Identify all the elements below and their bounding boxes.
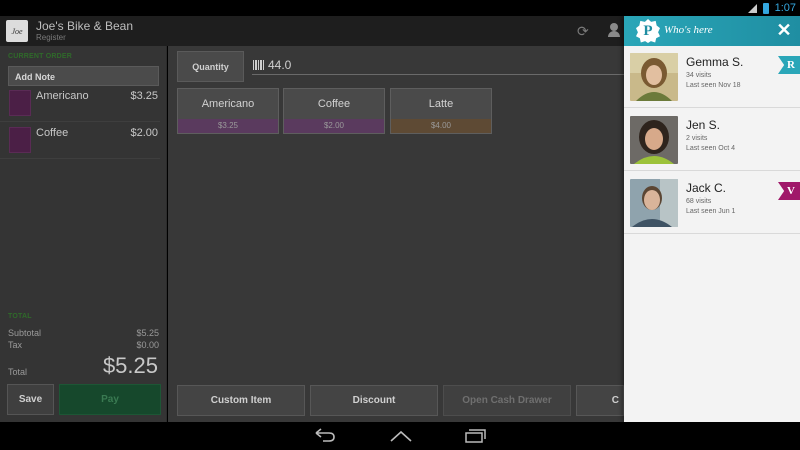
- tier-badge: V: [778, 182, 800, 200]
- order-item-name: Coffee: [36, 127, 69, 139]
- subtotal-row: Subtotal $5.25: [8, 328, 159, 338]
- tax-value: $0.00: [136, 340, 159, 350]
- product-name: Coffee: [317, 98, 351, 110]
- battery-icon: [762, 2, 769, 14]
- customer-visits: 68 visits: [686, 198, 712, 205]
- discount-button[interactable]: Discount: [310, 385, 438, 416]
- avatar: [630, 53, 678, 101]
- customer-row[interactable]: Jen S. 2 visits Last seen Oct 4: [624, 109, 800, 171]
- order-item-swatch: [9, 90, 31, 116]
- product-price: $2.00: [284, 119, 384, 133]
- user-icon[interactable]: [607, 23, 621, 37]
- drawer-title: Who's here: [664, 24, 713, 36]
- customer-visits: 34 visits: [686, 72, 712, 79]
- status-bar: 1:07: [0, 0, 800, 16]
- signal-icon: [747, 3, 757, 13]
- status-icons: 1:07: [747, 1, 796, 15]
- custom-item-button[interactable]: Custom Item: [177, 385, 305, 416]
- avatar: [630, 179, 678, 227]
- current-order-heading: CURRENT ORDER: [8, 53, 73, 60]
- tier-badge: R: [778, 56, 800, 74]
- add-note-button[interactable]: Add Note: [8, 66, 159, 86]
- close-icon[interactable]: ✕: [776, 21, 792, 39]
- home-icon[interactable]: [390, 430, 412, 442]
- drawer-header: P Who's here ✕: [624, 16, 800, 46]
- customer-last-seen: Last seen Nov 18: [686, 82, 741, 89]
- order-item-swatch: [9, 127, 31, 153]
- sync-icon[interactable]: ⟳: [577, 24, 589, 38]
- order-item[interactable]: Coffee $2.00: [0, 123, 160, 159]
- total-value: $5.25: [102, 353, 158, 378]
- recent-apps-icon[interactable]: [464, 429, 486, 443]
- app-subtitle: Register: [36, 33, 66, 42]
- save-button[interactable]: Save: [7, 384, 54, 415]
- order-item[interactable]: Americano $3.25: [0, 86, 160, 122]
- avatar: [630, 116, 678, 164]
- more-button[interactable]: C: [576, 385, 624, 416]
- app-logo: Joe: [6, 20, 28, 42]
- total-heading: TOTAL: [8, 313, 32, 320]
- product-name: Latte: [428, 98, 454, 110]
- product-name: Americano: [201, 98, 255, 110]
- register-main: Quantity 44.0 Americano $3.25 Coffee $2.…: [168, 46, 624, 422]
- order-item-price: $2.00: [130, 127, 158, 139]
- whos-here-drawer: P Who's here ✕ Gemma S. 34 visits Last s…: [624, 16, 800, 422]
- subtotal-value: $5.25: [136, 328, 159, 338]
- open-cash-drawer-button[interactable]: Open Cash Drawer: [443, 385, 571, 416]
- customer-last-seen: Last seen Jun 1: [686, 208, 736, 215]
- customer-name: Jen S.: [686, 118, 721, 132]
- product-tile-latte[interactable]: Latte $4.00: [390, 88, 492, 134]
- customer-row[interactable]: Gemma S. 34 visits Last seen Nov 18 R: [624, 46, 800, 108]
- customer-last-seen: Last seen Oct 4: [686, 145, 736, 152]
- p-badge-icon: P: [636, 19, 660, 43]
- current-order-panel: CURRENT ORDER Add Note Americano $3.25 C…: [0, 46, 167, 422]
- order-item-name: Americano: [36, 90, 89, 102]
- back-icon[interactable]: [314, 428, 336, 442]
- customer-name: Gemma S.: [686, 55, 744, 69]
- tax-label: Tax: [8, 340, 23, 350]
- pay-button[interactable]: Pay: [59, 384, 161, 415]
- quantity-input[interactable]: 44.0: [268, 58, 291, 72]
- product-price: $4.00: [391, 119, 491, 133]
- navigation-bar: [0, 422, 800, 450]
- product-price: $3.25: [178, 119, 278, 133]
- quantity-input-underline: [252, 74, 624, 75]
- order-item-price: $3.25: [130, 90, 158, 102]
- customer-row[interactable]: Jack C. 68 visits Last seen Jun 1 V: [624, 172, 800, 234]
- customer-name: Jack C.: [686, 181, 727, 195]
- barcode-icon: [253, 60, 265, 70]
- total-label: Total: [8, 367, 28, 377]
- product-tile-coffee[interactable]: Coffee $2.00: [283, 88, 385, 134]
- subtotal-label: Subtotal: [8, 328, 42, 338]
- status-time: 1:07: [774, 2, 796, 14]
- app-title: Joe's Bike & Bean: [36, 19, 134, 33]
- product-tile-americano[interactable]: Americano $3.25: [177, 88, 279, 134]
- quantity-button[interactable]: Quantity: [177, 51, 244, 82]
- tax-row: Tax $0.00: [8, 340, 159, 350]
- customer-visits: 2 visits: [686, 135, 708, 142]
